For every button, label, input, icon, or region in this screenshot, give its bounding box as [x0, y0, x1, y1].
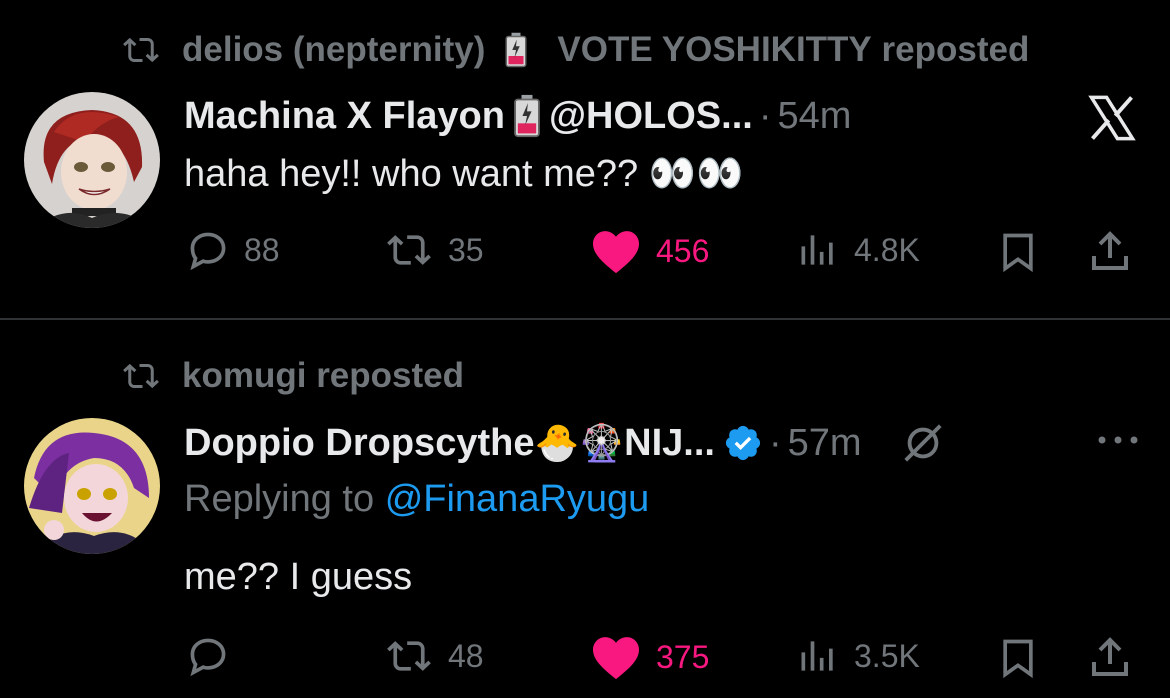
display-name[interactable]: Doppio Dropscythe [184, 422, 534, 465]
repost-icon [387, 641, 431, 671]
replying-to: Replying to @FinanaRyugu [184, 478, 649, 521]
share-button[interactable] [1086, 228, 1148, 276]
like-button[interactable]: 456 [590, 228, 709, 274]
share-button[interactable] [1086, 634, 1148, 682]
name-emoji: 🐣🎡 [534, 422, 625, 463]
repost-icon [123, 363, 159, 389]
repost-icon [123, 37, 159, 63]
views-icon [801, 641, 833, 671]
timestamp[interactable]: 57m [788, 422, 862, 465]
reply-icon [190, 232, 226, 271]
reply-icon [190, 638, 226, 677]
repost-user[interactable]: komugi [182, 356, 306, 396]
tweet-header: Machina X Flayon @HOLOS... · 54m [184, 94, 851, 138]
display-name-suffix[interactable]: NIJ... [624, 422, 715, 465]
views-count: 4.8K [854, 231, 920, 268]
avatar[interactable] [24, 418, 160, 554]
replying-prefix: Replying to [184, 478, 375, 520]
tweet-text: haha hey!! who want me?? 👀👀 [184, 153, 744, 195]
repost-suffix: reposted [881, 30, 1030, 69]
battery-icon [505, 32, 527, 68]
like-count: 456 [656, 232, 710, 269]
reply-button[interactable]: 88 [186, 228, 280, 272]
avatar[interactable] [24, 92, 160, 228]
views-icon [801, 235, 833, 265]
repost-count: 48 [448, 637, 484, 674]
bookmark-button[interactable] [996, 228, 1054, 276]
separator-dot: · [768, 421, 782, 464]
views-button[interactable]: 4.8K [796, 228, 920, 272]
bookmark-button[interactable] [996, 634, 1054, 682]
repost-context: komugi reposted [118, 356, 464, 396]
tweet-1[interactable]: delios (nepternity) VOTE YOSHIKITTY repo… [0, 0, 1170, 318]
views-count: 3.5K [854, 637, 920, 674]
x-logo-icon[interactable] [1086, 92, 1138, 144]
separator-dot: · [758, 94, 772, 137]
repost-button[interactable]: 48 [384, 634, 484, 678]
tweet-header: Doppio Dropscythe 🐣🎡 NIJ... · 57m [184, 420, 946, 466]
bookmark-icon [1003, 639, 1033, 679]
bookmark-icon [1003, 233, 1033, 273]
repost-suffix: reposted [316, 356, 464, 395]
views-button[interactable]: 3.5K [796, 634, 920, 678]
replying-to-link[interactable]: @FinanaRyugu [385, 478, 650, 520]
verified-badge-icon [725, 425, 761, 461]
grok-icon[interactable] [900, 420, 946, 466]
share-icon [1092, 637, 1128, 676]
tweet-2[interactable]: komugi reposted Doppio Dropscythe 🐣🎡 NIJ… [0, 320, 1170, 698]
repost-context: delios (nepternity) VOTE YOSHIKITTY repo… [118, 30, 1029, 70]
share-icon [1092, 231, 1128, 270]
heart-icon [593, 637, 639, 680]
like-count: 375 [656, 638, 710, 675]
reply-count: 88 [244, 231, 280, 268]
user-handle[interactable]: @HOLOS... [549, 95, 753, 138]
repost-icon [387, 235, 431, 265]
heart-icon [593, 231, 639, 274]
timestamp[interactable]: 54m [777, 95, 851, 138]
repost-user[interactable]: delios (nepternity) [182, 30, 485, 70]
repost-extra: VOTE YOSHIKITTY [557, 30, 872, 69]
reply-button[interactable] [186, 634, 244, 678]
tweet-text: me?? I guess [184, 556, 413, 598]
battery-icon [514, 94, 540, 138]
like-button[interactable]: 375 [590, 634, 709, 680]
display-name[interactable]: Machina X Flayon [184, 95, 505, 138]
repost-button[interactable]: 35 [384, 228, 484, 272]
more-icon[interactable] [1096, 432, 1140, 448]
repost-count: 35 [448, 231, 484, 268]
